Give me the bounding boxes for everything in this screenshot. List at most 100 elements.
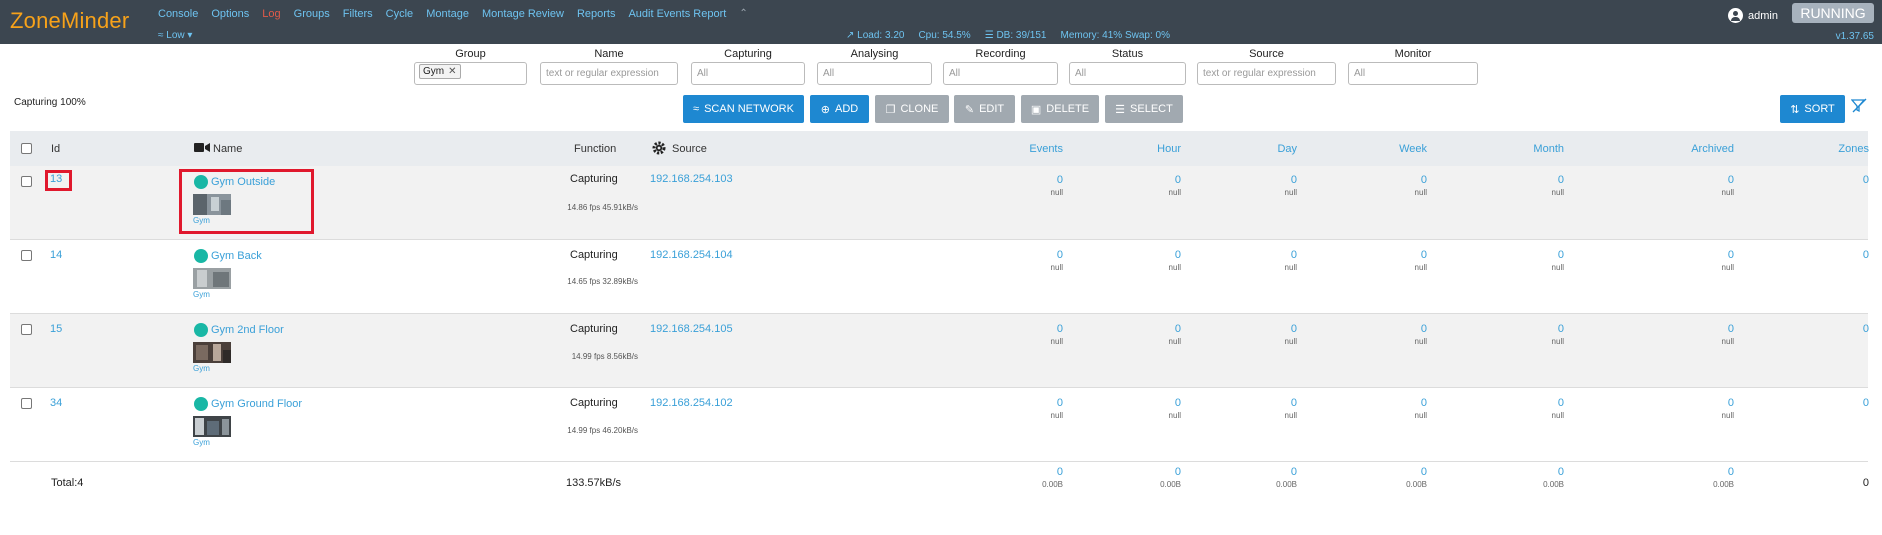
day-count[interactable]: 0 null [1237, 174, 1297, 197]
menu-montage-review[interactable]: Montage Review [482, 8, 564, 20]
menu-filters[interactable]: Filters [343, 8, 373, 20]
col-name[interactable]: Name [213, 143, 242, 155]
group-filter-select[interactable]: Gym ✕ [414, 62, 527, 85]
col-archived[interactable]: Archived [1674, 143, 1734, 155]
menu-console[interactable]: Console [158, 8, 198, 20]
archived-count[interactable]: 0 null [1674, 174, 1734, 197]
total-archived[interactable]: 0 0.00B [1674, 466, 1734, 489]
monitor-id-link[interactable]: 15 [50, 323, 62, 335]
monitor-group-link[interactable]: Gym [193, 290, 210, 299]
archived-count[interactable]: 0 null [1674, 249, 1734, 272]
remove-icon[interactable]: ✕ [448, 66, 456, 77]
row-checkbox[interactable] [21, 250, 32, 261]
col-week[interactable]: Week [1367, 143, 1427, 155]
group-chip[interactable]: Gym ✕ [419, 64, 461, 79]
row-checkbox[interactable] [21, 176, 32, 187]
week-count[interactable]: 0 null [1367, 174, 1427, 197]
bandwidth-selector[interactable]: ≈ Low ▾ [158, 30, 192, 41]
day-count[interactable]: 0 null [1237, 323, 1297, 346]
month-count[interactable]: 0 null [1504, 249, 1564, 272]
select-button[interactable]: ☰ SELECT [1105, 95, 1183, 123]
col-day[interactable]: Day [1237, 143, 1297, 155]
menu-reports[interactable]: Reports [577, 8, 616, 20]
hour-count[interactable]: 0 null [1121, 174, 1181, 197]
sort-button[interactable]: ⇅ SORT [1780, 95, 1845, 123]
monitor-id-link[interactable]: 14 [50, 249, 62, 261]
monitor-filter-select[interactable]: All [1348, 62, 1478, 85]
name-filter-input[interactable]: text or regular expression [540, 62, 678, 85]
total-day[interactable]: 0 0.00B [1237, 466, 1297, 489]
monitor-id-link[interactable]: 34 [50, 397, 62, 409]
edit-button[interactable]: ✎ EDIT [954, 95, 1015, 123]
table-row[interactable]: 14 Gym Back Gym Capturing 14.65 fps 32.8… [10, 240, 1869, 314]
archived-count[interactable]: 0 null [1674, 397, 1734, 420]
recording-filter-select[interactable]: All [943, 62, 1058, 85]
gear-icon[interactable] [651, 140, 667, 159]
col-hour[interactable]: Hour [1121, 143, 1181, 155]
col-events[interactable]: Events [1003, 143, 1063, 155]
scan-network-button[interactable]: ≈ SCAN NETWORK [683, 95, 804, 123]
hour-count[interactable]: 0 null [1121, 323, 1181, 346]
status-filter-select[interactable]: All [1069, 62, 1186, 85]
total-hour[interactable]: 0 0.00B [1121, 466, 1181, 489]
monitor-group-link[interactable]: Gym [193, 438, 210, 447]
monitor-source-link[interactable]: 192.168.254.105 [650, 323, 733, 335]
add-button[interactable]: ⊕ ADD [810, 95, 869, 123]
menu-audit-events-report[interactable]: Audit Events Report [628, 8, 726, 20]
day-count[interactable]: 0 null [1237, 397, 1297, 420]
total-events[interactable]: 0 0.00B [1003, 466, 1063, 489]
col-month[interactable]: Month [1504, 143, 1564, 155]
menu-montage[interactable]: Montage [426, 8, 469, 20]
select-all-checkbox[interactable] [21, 143, 32, 154]
col-function[interactable]: Function [574, 143, 616, 155]
camera-thumbnail[interactable] [193, 268, 231, 289]
capturing-filter-select[interactable]: All [691, 62, 805, 85]
total-month[interactable]: 0 0.00B [1504, 466, 1564, 489]
menu-options[interactable]: Options [211, 8, 249, 20]
month-count[interactable]: 0 null [1504, 174, 1564, 197]
archived-count[interactable]: 0 null [1674, 323, 1734, 346]
run-state-button[interactable]: RUNNING [1792, 3, 1874, 23]
events-count[interactable]: 0 null [1003, 323, 1063, 346]
delete-button[interactable]: ▣ DELETE [1021, 95, 1099, 123]
col-id[interactable]: Id [51, 143, 60, 155]
events-count[interactable]: 0 null [1003, 174, 1063, 197]
monitor-function[interactable]: Capturing [570, 397, 618, 409]
week-count[interactable]: 0 null [1367, 397, 1427, 420]
table-row[interactable]: 15 Gym 2nd Floor Gym Capturing 14.99 fps… [10, 314, 1869, 388]
filter-clear-icon[interactable] [1851, 98, 1867, 114]
monitor-function[interactable]: Capturing [570, 323, 618, 335]
month-count[interactable]: 0 null [1504, 323, 1564, 346]
hour-count[interactable]: 0 null [1121, 249, 1181, 272]
zones-count[interactable]: 0 [1809, 249, 1869, 261]
row-checkbox[interactable] [21, 324, 32, 335]
monitor-source-link[interactable]: 192.168.254.102 [650, 397, 733, 409]
clone-button[interactable]: ❐ CLONE [875, 95, 949, 123]
monitor-name-link[interactable]: Gym Ground Floor [194, 397, 302, 411]
menu-groups[interactable]: Groups [294, 8, 330, 20]
menu-log[interactable]: Log [262, 8, 280, 20]
zones-count[interactable]: 0 [1809, 397, 1869, 409]
menu-cycle[interactable]: Cycle [386, 8, 414, 20]
events-count[interactable]: 0 null [1003, 397, 1063, 420]
brand-logo[interactable]: ZoneMinder [10, 8, 129, 34]
col-zones[interactable]: Zones [1809, 143, 1869, 155]
col-source[interactable]: Source [672, 143, 707, 155]
row-checkbox[interactable] [21, 398, 32, 409]
week-count[interactable]: 0 null [1367, 323, 1427, 346]
week-count[interactable]: 0 null [1367, 249, 1427, 272]
monitor-source-link[interactable]: 192.168.254.104 [650, 249, 733, 261]
chevron-up-icon[interactable]: ⌃ [739, 8, 747, 20]
camera-thumbnail[interactable] [193, 342, 231, 363]
zones-count[interactable]: 0 [1809, 174, 1869, 186]
total-week[interactable]: 0 0.00B [1367, 466, 1427, 489]
source-filter-input[interactable]: text or regular expression [1197, 62, 1336, 85]
user-menu[interactable]: admin [1728, 8, 1778, 23]
events-count[interactable]: 0 null [1003, 249, 1063, 272]
hour-count[interactable]: 0 null [1121, 397, 1181, 420]
analysing-filter-select[interactable]: All [817, 62, 932, 85]
zones-count[interactable]: 0 [1809, 323, 1869, 335]
monitor-group-link[interactable]: Gym [193, 364, 210, 373]
monitor-function[interactable]: Capturing [570, 249, 618, 261]
monitor-name-link[interactable]: Gym 2nd Floor [194, 323, 284, 337]
